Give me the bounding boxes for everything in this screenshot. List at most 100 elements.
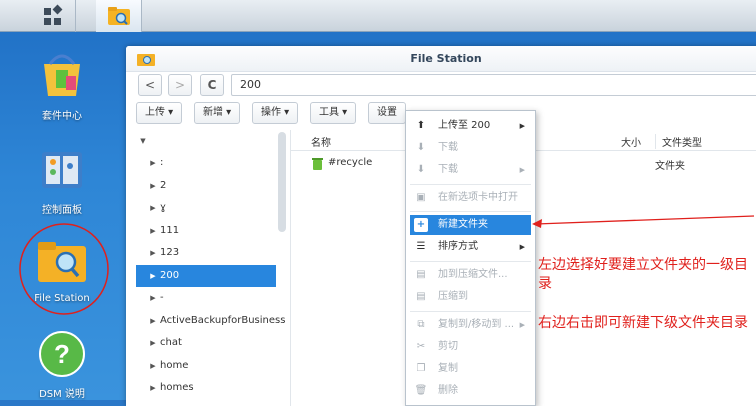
expand-arrow-icon[interactable]: ▶ <box>146 377 160 399</box>
menu-item-label: 下载 <box>438 164 458 175</box>
action-button[interactable]: 操作 ▾ <box>252 102 299 124</box>
grid-icon <box>44 4 63 25</box>
tree-item-label: ActiveBackupforBusiness <box>160 315 286 326</box>
menu-item-sort-by[interactable]: ☰ 排序方式 ▶ <box>410 237 531 257</box>
tree-item-root[interactable]: ▼ <box>136 130 276 152</box>
main-menu-button[interactable] <box>30 0 76 32</box>
refresh-button[interactable]: C <box>200 74 224 96</box>
download-icon: ⬇ <box>416 164 426 175</box>
desktop-icon-label: 套件中心 <box>42 111 82 122</box>
expand-arrow-icon[interactable]: ▶ <box>146 197 160 219</box>
file-type: 文件夹 <box>655 161 685 172</box>
context-menu: ⬆ 上传至 200 ▶ ⬇ 下载 ⬇ 下载 ▶ ▣ 在新选项卡中打开 + 新建文… <box>405 110 536 406</box>
tree-item[interactable]: ▶ 2 <box>146 175 286 197</box>
tree-item-label: 2 <box>160 180 167 191</box>
tree-item-label: 111 <box>160 225 180 236</box>
desktop-icon-control-panel[interactable]: 控制面板 <box>12 148 112 216</box>
back-button[interactable]: < <box>138 74 162 96</box>
tree-item-111[interactable]: ▶ 111 <box>146 220 286 242</box>
expand-arrow-icon[interactable]: ▶ <box>146 242 160 264</box>
column-header-type[interactable]: 文件类型 <box>655 134 702 149</box>
menu-separator <box>410 211 531 212</box>
taskbar-file-station-button[interactable] <box>96 0 142 32</box>
tools-button[interactable]: 工具 ▾ <box>310 102 357 124</box>
menu-item-download[interactable]: ⬇ 下载 <box>410 138 531 158</box>
new-folder-icon: + <box>414 218 428 232</box>
tree-item[interactable]: ▶ - <box>146 287 286 309</box>
chevron-left-icon: < <box>144 78 156 92</box>
menu-item-upload-to[interactable]: ⬆ 上传至 200 ▶ <box>410 116 531 136</box>
expand-arrow-icon[interactable]: ▶ <box>146 152 160 174</box>
chevron-right-icon: > <box>174 78 186 92</box>
menu-item-label: 上传至 200 <box>438 120 491 131</box>
folder-tree: ▼ ▶: ▶ 2 ▶ ɣ ▶ 111 ▶ 123 ▶ 200 ▶ - ▶ ActiveBack… <box>134 130 294 406</box>
annotation-left-note: 左边选择好要建立文件夹的一级目录 <box>538 257 748 292</box>
recycle-bin-icon <box>312 158 323 170</box>
tree-item-label: ɣ <box>160 202 166 213</box>
expand-arrow-icon[interactable]: ▼ <box>136 130 150 152</box>
menu-item-label: 新建文件夹 <box>438 219 488 230</box>
menu-item-copy[interactable]: ❐ 复制 <box>410 359 531 379</box>
compress-icon: ▤ <box>416 291 426 302</box>
highlight-circle <box>19 223 109 315</box>
menu-item-cut[interactable]: ✂ 剪切 <box>410 337 531 357</box>
tree-item-200-selected[interactable]: ▶ 200 <box>136 265 276 287</box>
expand-arrow-icon[interactable]: ▶ <box>146 220 160 242</box>
settings-button[interactable]: 设置 <box>368 102 406 124</box>
archive-icon: ▤ <box>416 269 426 280</box>
menu-item-copy-move[interactable]: ⧉ 复制到/移动到 ... ▶ <box>410 315 531 335</box>
menu-item-download-sub[interactable]: ⬇ 下载 ▶ <box>410 160 531 180</box>
expand-arrow-icon[interactable]: ▶ <box>146 175 160 197</box>
window-titlebar: File Station <box>126 46 756 72</box>
copy-icon: ❐ <box>416 363 426 374</box>
desktop-icon-package-center[interactable]: 套件中心 <box>12 50 112 122</box>
tree-item[interactable]: ▶ ɣ <box>146 197 286 219</box>
upload-button[interactable]: 上传 ▾ <box>136 102 183 124</box>
sort-icon: ☰ <box>416 241 426 252</box>
forward-button[interactable]: > <box>168 74 192 96</box>
menu-separator <box>410 261 531 262</box>
menu-item-label: 剪切 <box>438 341 458 352</box>
path-input[interactable]: 200 ★ <box>231 74 756 96</box>
menu-separator <box>410 311 531 312</box>
annotation-arrow <box>532 215 755 228</box>
tree-item-homes[interactable]: ▶ homes <box>146 377 286 399</box>
upload-icon: ⬆ <box>416 120 426 131</box>
tree-item-123[interactable]: ▶ 123 <box>146 242 286 264</box>
menu-item-add-to-archive[interactable]: ▤ 加到压缩文件... <box>410 265 531 285</box>
column-header-size[interactable]: 大小 <box>621 134 641 149</box>
tree-item-activebackup[interactable]: ▶ ActiveBackupforBusiness <box>146 310 286 332</box>
tree-scrollbar[interactable] <box>278 132 286 232</box>
tree-item-home[interactable]: ▶ home <box>146 355 286 377</box>
download-icon: ⬇ <box>416 142 426 153</box>
menu-item-label: 复制到/移动到 ... <box>438 319 515 330</box>
expand-arrow-icon[interactable]: ▶ <box>146 287 160 309</box>
tree-item-chat[interactable]: ▶ chat <box>146 332 286 354</box>
delete-icon: 🗑 <box>414 385 428 396</box>
create-button[interactable]: 新增 ▾ <box>194 102 241 124</box>
tree-item-label: homes <box>160 382 194 393</box>
desktop-icon-dsm-help[interactable]: ? DSM 说明 <box>12 330 112 400</box>
submenu-arrow-icon: ▶ <box>519 122 525 130</box>
menu-item-compress-to[interactable]: ▤ 压缩到 <box>410 287 531 307</box>
expand-arrow-icon[interactable]: ▶ <box>146 310 160 332</box>
expand-arrow-icon[interactable]: ▶ <box>146 355 160 377</box>
control-panel-icon <box>42 152 82 188</box>
package-center-icon <box>44 54 80 96</box>
expand-arrow-icon[interactable]: ▶ <box>146 332 160 354</box>
menu-item-delete[interactable]: 🗑 删除 <box>410 381 531 401</box>
menu-item-label: 加到压缩文件... <box>438 269 508 280</box>
tree-item[interactable]: ▶: <box>146 152 286 174</box>
tree-item-label: 123 <box>160 247 180 258</box>
tools-label: 工具 <box>319 107 339 118</box>
expand-arrow-icon[interactable]: ▶ <box>146 265 160 287</box>
submenu-arrow-icon: ▶ <box>519 243 525 251</box>
action-label: 操作 <box>261 107 281 118</box>
column-header-name[interactable]: 名称 <box>311 134 331 149</box>
menu-item-label: 删除 <box>438 385 458 396</box>
submenu-arrow-icon: ▶ <box>519 321 525 329</box>
menu-item-open-new-tab[interactable]: ▣ 在新选项卡中打开 <box>410 188 531 208</box>
menu-item-new-folder[interactable]: + 新建文件夹 <box>410 215 531 235</box>
help-icon: ? <box>39 331 85 377</box>
copy-move-icon: ⧉ <box>417 319 425 330</box>
